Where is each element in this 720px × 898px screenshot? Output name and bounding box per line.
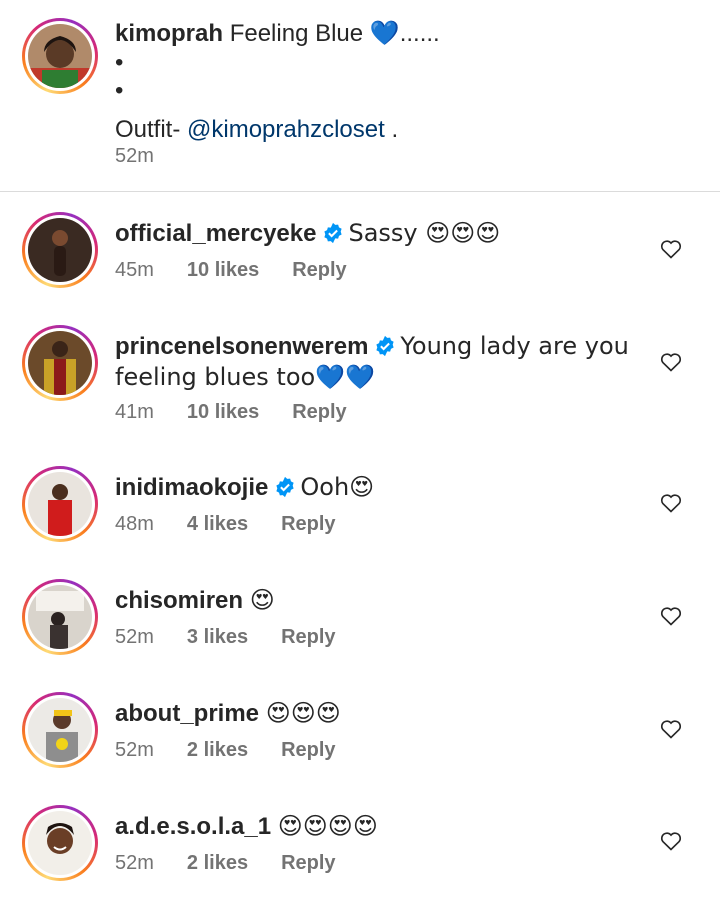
divider (0, 191, 720, 192)
verified-badge-icon (376, 335, 395, 357)
heart-outline-icon[interactable] (659, 717, 683, 741)
outfit-trail: . (384, 116, 399, 143)
reply-button[interactable]: Reply (281, 739, 335, 761)
comment-likes[interactable]: 2 likes (187, 739, 248, 761)
post-author-avatar[interactable] (22, 18, 98, 94)
comment-timestamp: 52m (115, 739, 154, 761)
comment-likes[interactable]: 10 likes (187, 401, 259, 423)
reply-button[interactable]: Reply (292, 259, 346, 281)
comment-username[interactable]: official_mercyeke (115, 220, 316, 247)
post-timestamp: 52m (115, 145, 154, 167)
commenter-avatar[interactable] (22, 579, 98, 655)
comment-timestamp: 41m (115, 401, 154, 423)
heart-outline-icon[interactable] (659, 829, 683, 853)
comment-likes[interactable]: 2 likes (187, 852, 248, 874)
reply-button[interactable]: Reply (281, 852, 335, 874)
comment-text: Sassy 😍😍😍 (348, 219, 501, 247)
comment-timestamp: 48m (115, 513, 154, 535)
comment-timestamp: 52m (115, 852, 154, 874)
reply-button[interactable]: Reply (292, 401, 346, 423)
comment-timestamp: 52m (115, 626, 154, 648)
comment-username[interactable]: about_prime (115, 700, 259, 727)
mention-link[interactable]: @kimoprahzcloset (187, 116, 385, 143)
comment-text: 😍😍😍 (265, 699, 341, 727)
comment-username[interactable]: chisomiren (115, 587, 243, 614)
heart-outline-icon[interactable] (659, 350, 683, 374)
comment-text: 😍 (249, 586, 275, 614)
commenter-avatar[interactable] (22, 466, 98, 542)
verified-badge-icon (276, 476, 294, 498)
comment-likes[interactable]: 10 likes (187, 259, 259, 281)
caption-dot: • (115, 49, 124, 76)
caption-trail: ...... (399, 20, 440, 47)
heart-outline-icon[interactable] (659, 237, 683, 261)
comment-text: 😍😍😍😍 (277, 812, 378, 840)
comment-username[interactable]: a.d.e.s.o.l.a_1 (115, 813, 271, 840)
caption-text: Feeling Blue (229, 20, 364, 47)
comment-username[interactable]: princenelsonenwerem (115, 333, 368, 360)
comment-likes[interactable]: 4 likes (187, 513, 248, 535)
comment-likes[interactable]: 3 likes (187, 626, 248, 648)
post-caption: kimoprah Feeling Blue 💙...... • • Outfit… (115, 18, 695, 145)
comment-username[interactable]: inidimaokojie (115, 474, 268, 501)
heart-outline-icon[interactable] (659, 491, 683, 515)
verified-badge-icon (324, 222, 343, 244)
commenter-avatar[interactable] (22, 692, 98, 768)
commenter-avatar[interactable] (22, 805, 98, 881)
heart-outline-icon[interactable] (659, 604, 683, 628)
reply-button[interactable]: Reply (281, 626, 335, 648)
blue-heart-emoji: 💙 (369, 19, 400, 47)
comment-text: Ooh😍 (300, 473, 375, 501)
post-author-username[interactable]: kimoprah (115, 20, 223, 47)
reply-button[interactable]: Reply (281, 513, 335, 535)
caption-dot: • (115, 77, 124, 104)
commenter-avatar[interactable] (22, 212, 98, 288)
commenter-avatar[interactable] (22, 325, 98, 401)
outfit-label: Outfit- (115, 116, 188, 143)
comment-timestamp: 45m (115, 259, 154, 281)
